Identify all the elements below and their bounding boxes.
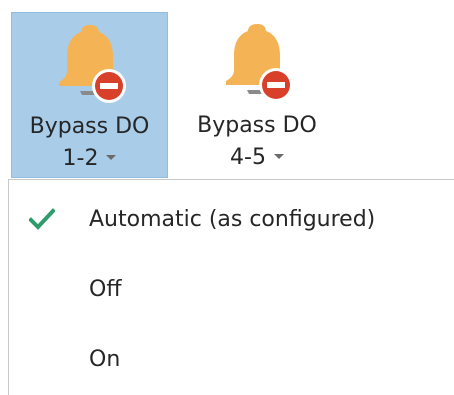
bypass-do-4-5-button[interactable]: Bypass DO 4-5 bbox=[178, 12, 336, 178]
checkmark-icon bbox=[29, 208, 55, 230]
menu-item-off[interactable]: Off bbox=[9, 262, 454, 318]
bell-blocked-icon bbox=[50, 19, 130, 105]
menu-item-automatic[interactable]: Automatic (as configured) bbox=[9, 192, 454, 248]
bypass-do-1-2-range: 1-2 bbox=[62, 146, 99, 171]
bell-blocked-icon bbox=[217, 18, 297, 104]
bypass-do-4-5-label-line1: Bypass DO bbox=[197, 113, 317, 138]
chevron-down-icon bbox=[273, 153, 284, 159]
bypass-do-4-5-label-line2: 4-5 bbox=[178, 144, 336, 172]
bypass-mode-menu: Automatic (as configured) Off On bbox=[8, 179, 454, 395]
bypass-do-1-2-button[interactable]: Bypass DO 1-2 bbox=[11, 12, 168, 178]
bypass-do-4-5-range: 4-5 bbox=[230, 145, 266, 170]
menu-item-label: Automatic (as configured) bbox=[89, 207, 376, 232]
menu-item-label: On bbox=[89, 347, 121, 372]
chevron-down-icon bbox=[106, 154, 117, 160]
menu-item-label: Off bbox=[89, 277, 122, 302]
bypass-do-1-2-label-line2: 1-2 bbox=[12, 145, 167, 173]
menu-item-on[interactable]: On bbox=[9, 332, 454, 388]
bypass-do-1-2-label-line1: Bypass DO bbox=[29, 114, 150, 139]
stage: Bypass DO 1-2 Bypass DO 4-5 Automatic (a… bbox=[0, 0, 454, 395]
